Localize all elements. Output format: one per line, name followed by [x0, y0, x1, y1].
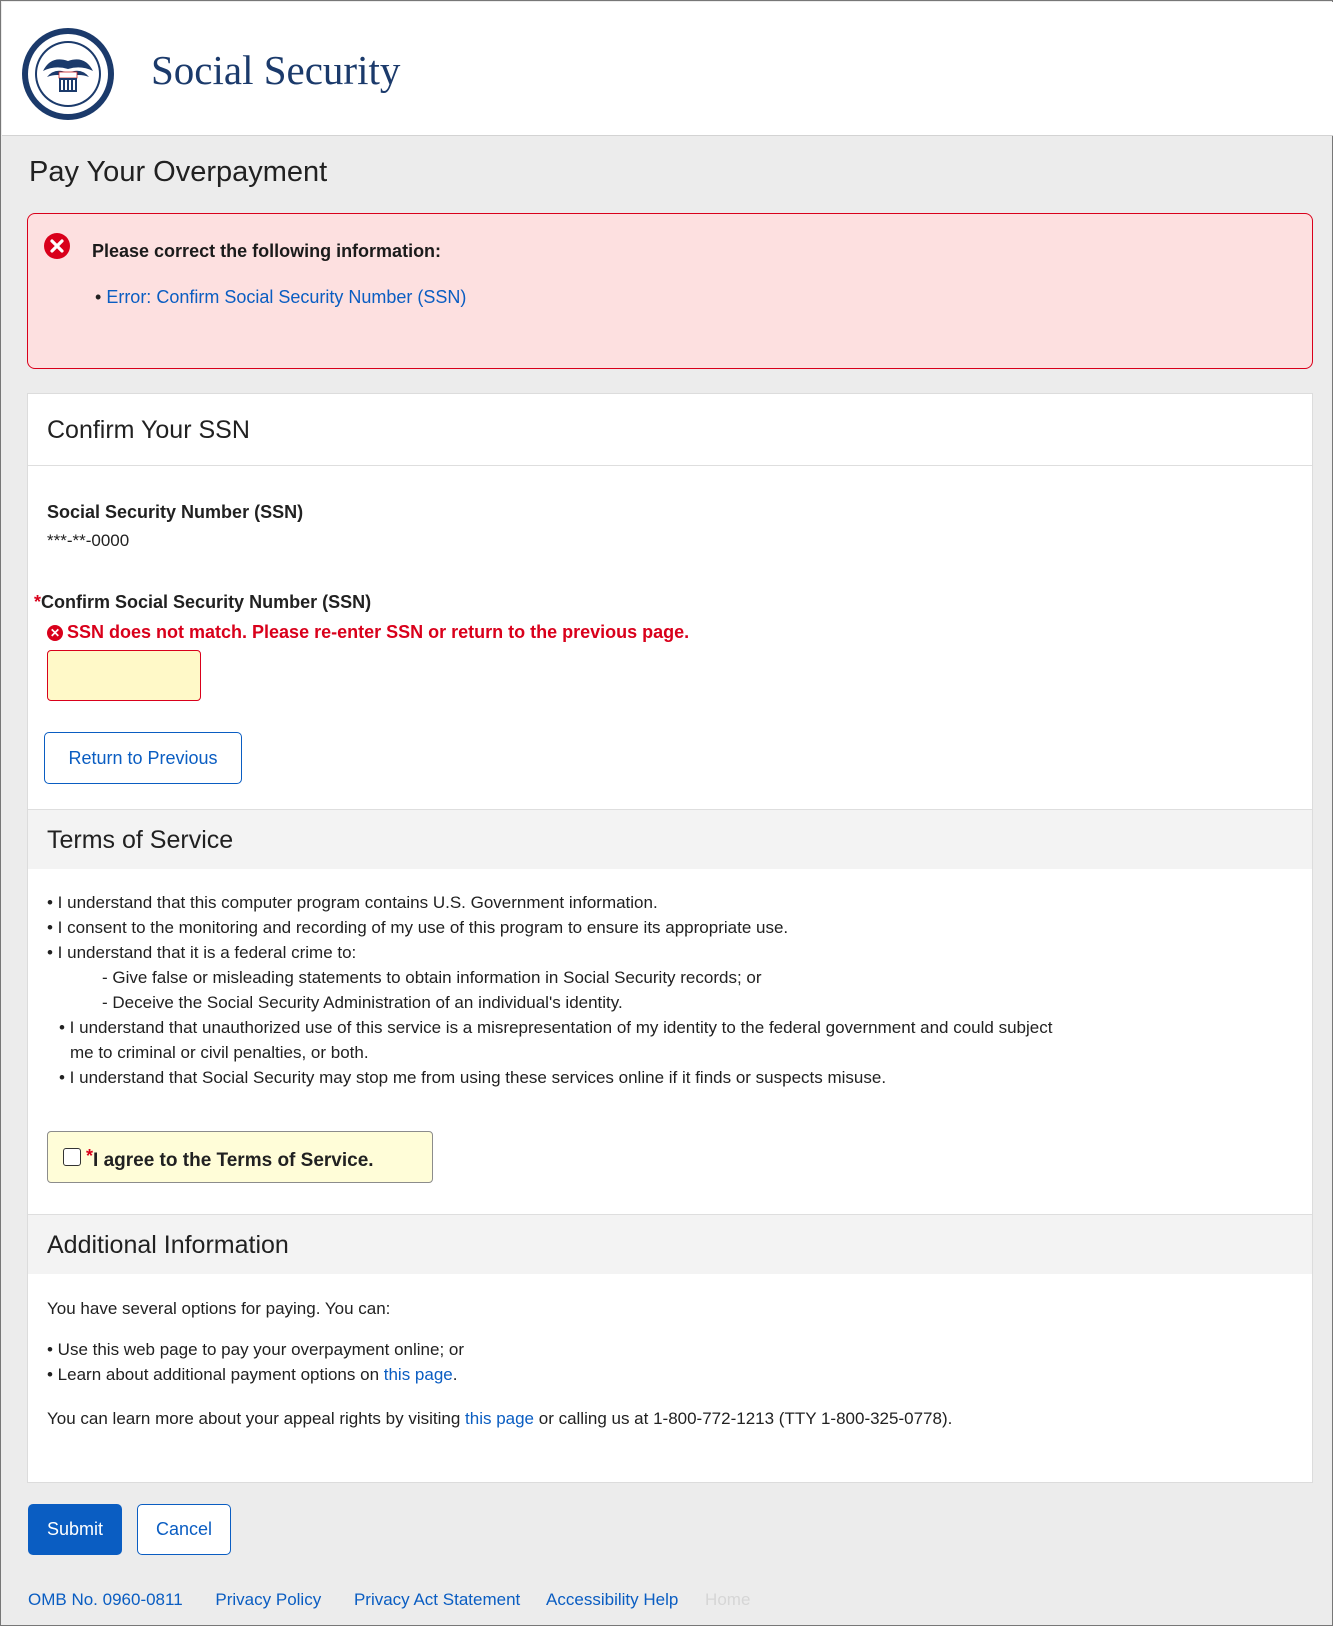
- agree-terms-label[interactable]: *I agree to the Terms of Service.: [86, 1146, 374, 1172]
- additional-intro: You have several options for paying. You…: [47, 1299, 391, 1318]
- bullet: •: [95, 287, 107, 307]
- ssa-seal-logo: [22, 28, 114, 120]
- terms-item: • I consent to the monitoring and record…: [47, 918, 789, 937]
- error-x-icon: ✕: [47, 625, 63, 641]
- appeal-suffix: or calling us at 1-800-772-1213 (TTY 1-8…: [534, 1409, 953, 1428]
- required-marker: *: [86, 1146, 94, 1166]
- terms-item-continuation: me to criminal or civil penalties, or bo…: [70, 1043, 369, 1062]
- confirm-ssn-label-text: Confirm Social Security Number (SSN): [41, 592, 372, 612]
- site-title: Social Security: [151, 47, 401, 93]
- terms-heading: Terms of Service: [28, 809, 1312, 869]
- required-marker: *: [34, 592, 42, 612]
- additional-info-heading: Additional Information: [28, 1214, 1312, 1274]
- page-frame: Social Security Pay Your Overpayment Ple…: [0, 0, 1333, 1626]
- option2-suffix: .: [452, 1365, 458, 1384]
- agree-terms-label-text: I agree to the Terms of Service.: [93, 1150, 374, 1171]
- confirm-ssn-label: *Confirm Social Security Number (SSN): [34, 592, 371, 613]
- site-header: Social Security: [2, 2, 1333, 136]
- appeal-rights-text: You can learn more about your appeal rig…: [47, 1409, 952, 1429]
- confirm-ssn-error-text: SSN does not match. Please re-enter SSN …: [67, 622, 690, 642]
- return-to-previous-button[interactable]: Return to Previous: [44, 732, 242, 784]
- submit-button[interactable]: Submit: [28, 1504, 122, 1555]
- omb-number-link[interactable]: OMB No. 0960-0811: [28, 1590, 183, 1609]
- additional-info-body: You have several options for paying. You…: [47, 1299, 952, 1429]
- privacy-act-link[interactable]: Privacy Act Statement: [354, 1590, 520, 1609]
- confirm-ssn-error: ✕ SSN does not match. Please re-enter SSN…: [47, 622, 689, 643]
- error-summary-heading: Please correct the following information…: [92, 241, 442, 261]
- error-x-circle-icon: [44, 233, 70, 259]
- accessibility-help-link[interactable]: Accessibility Help: [546, 1590, 678, 1609]
- error-summary-link[interactable]: • Error: Confirm Social Security Number …: [95, 287, 466, 308]
- privacy-policy-link[interactable]: Privacy Policy: [215, 1590, 321, 1609]
- option2-text: • Learn about additional payment options…: [47, 1365, 384, 1384]
- home-link[interactable]: Home: [705, 1590, 750, 1609]
- error-summary-link-text: Error: Confirm Social Security Number (S…: [106, 287, 467, 307]
- page-title: Pay Your Overpayment: [29, 156, 328, 188]
- appeal-prefix: You can learn more about your appeal rig…: [47, 1409, 466, 1428]
- appeal-rights-link[interactable]: this page: [465, 1409, 534, 1428]
- ssn-label: Social Security Number (SSN): [47, 502, 304, 522]
- footer-links: OMB No. 0960-0811 Privacy Policy Privacy…: [28, 1590, 778, 1610]
- main-form-card: Confirm Your SSN Social Security Number …: [27, 393, 1313, 1483]
- payment-option-item: • Learn about additional payment options…: [47, 1362, 952, 1387]
- payment-option-item: • Use this web page to pay your overpaym…: [47, 1340, 465, 1359]
- terms-item: • I understand that it is a federal crim…: [47, 943, 357, 962]
- terms-item: • I understand that Social Security may …: [59, 1068, 887, 1087]
- error-summary: Please correct the following information…: [27, 213, 1313, 369]
- terms-subitem: - Deceive the Social Security Administra…: [102, 993, 623, 1012]
- terms-list: • I understand that this computer progra…: [47, 890, 1052, 1090]
- terms-item: • I understand that this computer progra…: [47, 893, 658, 912]
- ssn-value: ***-**-0000: [47, 531, 130, 550]
- confirm-ssn-heading: Confirm Your SSN: [28, 394, 1312, 466]
- agree-terms-checkbox[interactable]: [63, 1148, 81, 1166]
- terms-item: • I understand that unauthorized use of …: [59, 1018, 1053, 1037]
- terms-subitem: - Give false or misleading statements to…: [102, 968, 762, 987]
- confirm-ssn-input[interactable]: [47, 650, 201, 701]
- payment-options-link[interactable]: this page: [384, 1365, 453, 1384]
- cancel-button[interactable]: Cancel: [137, 1504, 231, 1555]
- agree-terms-box[interactable]: *I agree to the Terms of Service.: [47, 1131, 433, 1183]
